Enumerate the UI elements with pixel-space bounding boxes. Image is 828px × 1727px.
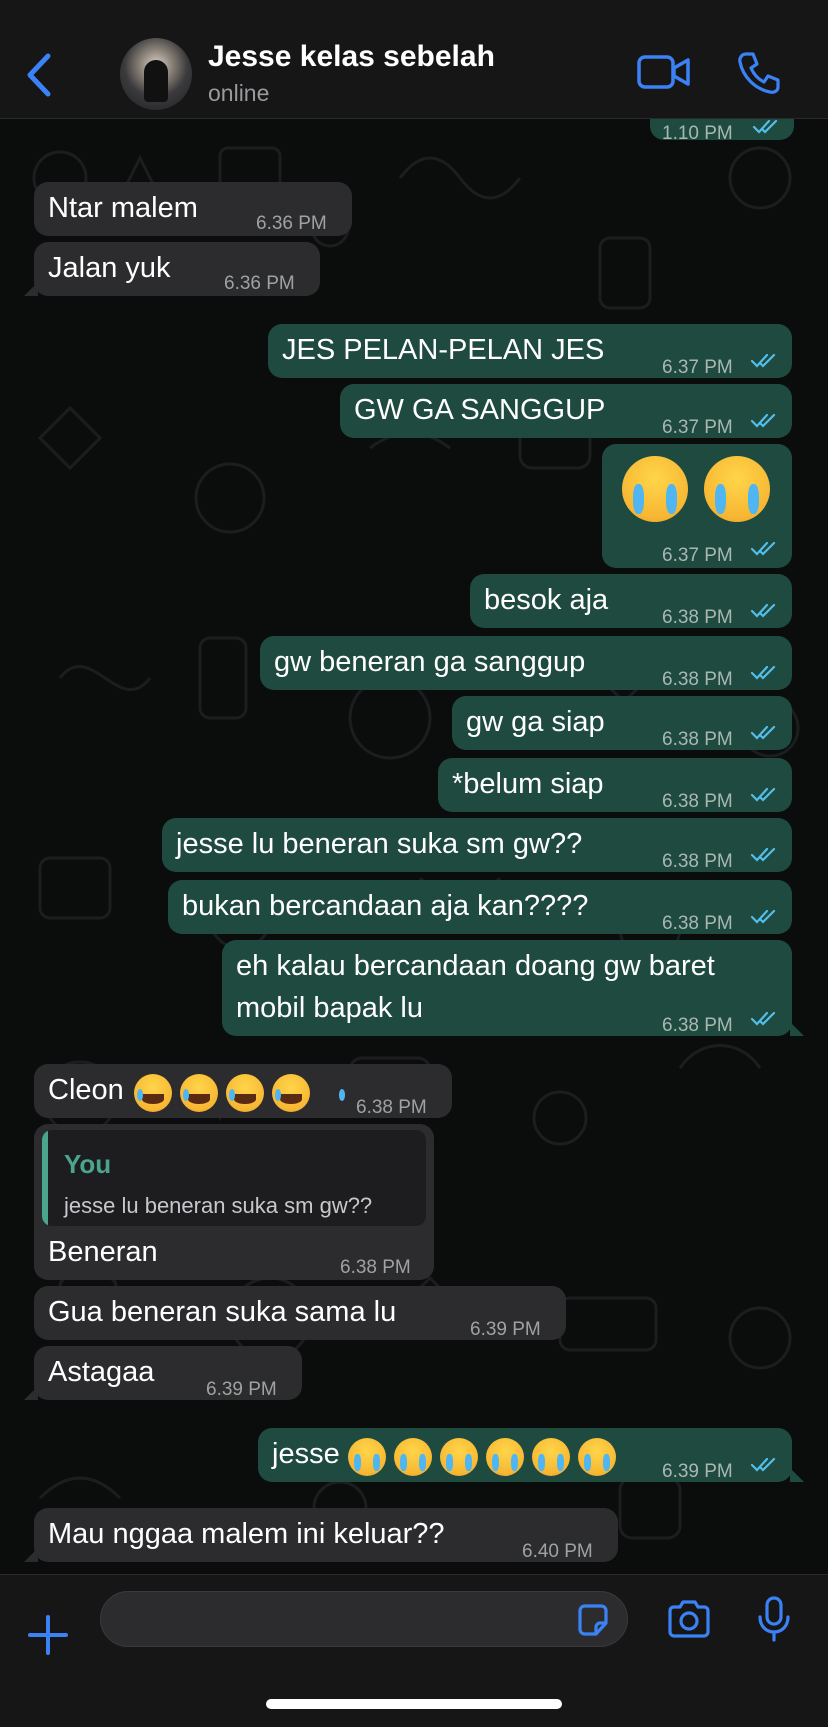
chat-header: Jesse kelas sebelah online bbox=[0, 0, 828, 119]
message-input[interactable] bbox=[100, 1591, 628, 1647]
message-bubble-incoming[interactable]: Cleon 6.38 PM bbox=[34, 1064, 452, 1118]
message-bubble-incoming[interactable]: Astagaa 6.39 PM bbox=[24, 1346, 302, 1400]
avatar[interactable] bbox=[120, 38, 192, 110]
message-bubble-outgoing[interactable]: eh kalau bercandaan doang gw baret mobil… bbox=[222, 940, 804, 1036]
message-text: Beneran bbox=[48, 1236, 158, 1268]
message-bubble-outgoing[interactable]: jesse lu beneran suka sm gw?? 6.38 PM bbox=[162, 818, 792, 872]
double-check-icon bbox=[750, 787, 776, 802]
loudly-crying-face-emoji bbox=[394, 1438, 432, 1476]
message-text: jesse bbox=[272, 1438, 340, 1470]
message-text: Jalan yuk bbox=[48, 252, 171, 284]
contact-name[interactable]: Jesse kelas sebelah bbox=[208, 40, 495, 74]
message-bubble-outgoing[interactable]: *belum siap 6.38 PM bbox=[438, 758, 792, 812]
message-time: 6.40 PM bbox=[522, 1541, 593, 1562]
message-text: *belum siap bbox=[452, 768, 604, 800]
quote-accent-bar bbox=[42, 1130, 48, 1226]
message-time: 6.37 PM bbox=[662, 417, 733, 438]
loudly-crying-face-emoji bbox=[622, 456, 688, 522]
phone-icon[interactable] bbox=[736, 50, 782, 96]
message-time: 6.37 PM bbox=[662, 545, 733, 566]
message-text: besok aja bbox=[484, 584, 609, 616]
message-text-line-2: mobil bapak lu bbox=[236, 992, 423, 1024]
message-text: Cleon bbox=[48, 1074, 124, 1106]
microphone-icon[interactable] bbox=[756, 1595, 792, 1643]
double-check-icon bbox=[750, 603, 776, 618]
contact-status: online bbox=[208, 80, 270, 106]
message-time: 6.38 PM bbox=[662, 913, 733, 934]
message-time: 6.38 PM bbox=[662, 729, 733, 750]
message-text: JES PELAN-PELAN JES bbox=[282, 334, 605, 366]
message-bubble-incoming-reply[interactable]: You jesse lu beneran suka sm gw?? Benera… bbox=[34, 1124, 434, 1280]
message-text: jesse lu beneran suka sm gw?? bbox=[176, 828, 583, 860]
plus-icon[interactable] bbox=[26, 1613, 70, 1657]
composer-bar bbox=[0, 1574, 828, 1727]
message-text-line-1: eh kalau bercandaan doang gw baret bbox=[236, 950, 715, 982]
message-bubble-incoming[interactable]: Gua beneran suka sama lu 6.39 PM bbox=[34, 1286, 566, 1340]
message-time: 6.36 PM bbox=[224, 273, 295, 294]
message-text: gw beneran ga sanggup bbox=[274, 646, 586, 678]
message-time: 6.38 PM bbox=[662, 791, 733, 812]
message-bubble-incoming[interactable]: Mau nggaa malem ini keluar?? 6.40 PM bbox=[24, 1508, 618, 1562]
message-bubble-outgoing[interactable]: gw ga siap 6.38 PM bbox=[452, 696, 792, 750]
loudly-crying-face-emoji bbox=[440, 1438, 478, 1476]
message-bubble-outgoing[interactable]: JES PELAN-PELAN JES 6.37 PM bbox=[268, 324, 792, 378]
double-check-icon bbox=[750, 353, 776, 368]
double-check-icon bbox=[750, 665, 776, 680]
video-camera-icon[interactable] bbox=[636, 52, 692, 92]
message-time: 6.38 PM bbox=[662, 1015, 733, 1036]
message-bubble-outgoing[interactable]: jesse 6.39 PM bbox=[258, 1428, 804, 1482]
camera-icon[interactable] bbox=[666, 1599, 712, 1639]
message-text: Ntar malem bbox=[48, 192, 198, 224]
face-with-tears-of-joy-emoji bbox=[180, 1074, 218, 1112]
message-bubble-outgoing[interactable]: besok aja 6.38 PM bbox=[470, 574, 792, 628]
message-time: 6.38 PM bbox=[340, 1257, 411, 1278]
double-check-icon bbox=[750, 1457, 776, 1472]
quoted-message[interactable]: You jesse lu beneran suka sm gw?? bbox=[42, 1130, 426, 1226]
double-check-icon bbox=[752, 119, 778, 134]
message-time: 6.39 PM bbox=[206, 1379, 277, 1400]
double-check-icon bbox=[750, 413, 776, 428]
loudly-crying-face-emoji bbox=[532, 1438, 570, 1476]
chat-area[interactable]: 1.10 PM Ntar malem 6.36 PM Jalan yuk 6.3… bbox=[0, 118, 828, 1574]
face-with-tears-of-joy-emoji bbox=[134, 1074, 172, 1112]
message-time: 6.37 PM bbox=[662, 357, 733, 378]
message-time: 6.38 PM bbox=[356, 1097, 427, 1118]
double-check-icon bbox=[750, 847, 776, 862]
loudly-crying-face-emoji bbox=[486, 1438, 524, 1476]
message-text: gw ga siap bbox=[466, 706, 605, 738]
loudly-crying-face-emoji bbox=[348, 1438, 386, 1476]
double-check-icon bbox=[750, 541, 776, 556]
message-bubble-incoming[interactable]: Ntar malem 6.36 PM bbox=[34, 182, 352, 236]
double-check-icon bbox=[750, 725, 776, 740]
message-text: Gua beneran suka sama lu bbox=[48, 1296, 397, 1328]
message-bubble-outgoing[interactable]: 6.37 PM bbox=[602, 444, 792, 568]
message-time: 6.38 PM bbox=[662, 669, 733, 690]
quote-text: jesse lu beneran suka sm gw?? bbox=[64, 1193, 373, 1218]
double-check-icon bbox=[750, 1011, 776, 1026]
message-bubble-outgoing[interactable]: bukan bercandaan aja kan???? 6.38 PM bbox=[168, 880, 792, 934]
message-text: Astagaa bbox=[48, 1356, 155, 1388]
message-text: bukan bercandaan aja kan???? bbox=[182, 890, 589, 922]
face-with-tears-of-joy-emoji bbox=[272, 1074, 310, 1112]
message-bubble-outgoing[interactable]: GW GA SANGGUP 6.37 PM bbox=[340, 384, 792, 438]
message-time: 6.38 PM bbox=[662, 851, 733, 872]
loudly-crying-face-emoji bbox=[578, 1438, 616, 1476]
message-time: 6.36 PM bbox=[256, 213, 327, 234]
message-time: 6.38 PM bbox=[662, 607, 733, 628]
message-text: Mau nggaa malem ini keluar?? bbox=[48, 1518, 445, 1550]
sticker-icon[interactable] bbox=[574, 1601, 612, 1639]
message-time: 6.39 PM bbox=[662, 1461, 733, 1482]
double-check-icon bbox=[750, 909, 776, 924]
back-button[interactable] bbox=[22, 52, 56, 98]
face-with-tears-of-joy-emoji bbox=[226, 1074, 264, 1112]
quote-author: You bbox=[64, 1149, 112, 1179]
home-indicator bbox=[266, 1699, 562, 1709]
message-time: 1.10 PM bbox=[662, 123, 733, 144]
message-text: GW GA SANGGUP bbox=[354, 394, 606, 426]
message-bubble-incoming[interactable]: Jalan yuk 6.36 PM bbox=[24, 242, 320, 296]
message-bubble-outgoing[interactable]: 1.10 PM bbox=[650, 118, 794, 144]
message-time: 6.39 PM bbox=[470, 1319, 541, 1340]
message-bubble-outgoing[interactable]: gw beneran ga sanggup 6.38 PM bbox=[260, 636, 792, 690]
loudly-crying-face-emoji bbox=[704, 456, 770, 522]
